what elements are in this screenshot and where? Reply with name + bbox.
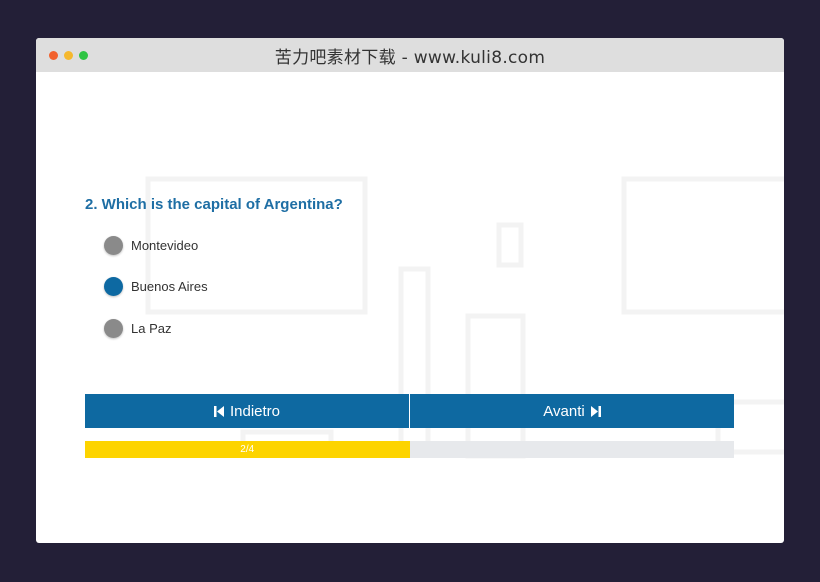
next-button[interactable]: Avanti [410, 394, 734, 428]
progress-fill: 2/4 [85, 441, 410, 458]
radio-button-selected[interactable] [104, 277, 123, 296]
window-title: 苦力吧素材下载 - www.kuli8.com [274, 47, 546, 68]
previous-button-label: Indietro [229, 402, 281, 420]
question-text: 2. Which is the capital of Argentina? [85, 196, 343, 213]
radio-button[interactable] [104, 235, 123, 255]
window-controls [49, 51, 88, 60]
quiz-navigation: Indietro Avanti [85, 394, 734, 428]
answer-option-buenos-aires[interactable]: Buenos Aires [104, 277, 208, 297]
radio-button[interactable] [104, 318, 123, 338]
skip-previous-icon [213, 405, 224, 417]
progress-bar: 2/4 [85, 441, 734, 458]
title-bar: 苦力吧素材下载 - www.kuli8.com [36, 38, 784, 72]
minimize-dot[interactable] [64, 51, 73, 60]
close-dot[interactable] [49, 51, 58, 60]
option-label: La Paz [131, 320, 172, 336]
option-label: Buenos Aires [131, 279, 208, 294]
answer-option-la-paz[interactable]: La Paz [104, 318, 208, 338]
maximize-dot[interactable] [79, 51, 88, 60]
option-label: Montevideo [131, 237, 199, 253]
answer-options: Montevideo Buenos Aires La Paz [104, 235, 208, 360]
answer-option-montevideo[interactable]: Montevideo [104, 235, 208, 255]
browser-window: 苦力吧素材下载 - www.kuli8.com 2. Which is the … [36, 38, 784, 543]
previous-button[interactable]: Indietro [85, 394, 410, 428]
next-button-label: Avanti [543, 402, 585, 420]
progress-text: 2/4 [240, 444, 255, 455]
skip-next-icon [590, 405, 601, 417]
quiz-page: 2. Which is the capital of Argentina? Mo… [36, 72, 784, 543]
